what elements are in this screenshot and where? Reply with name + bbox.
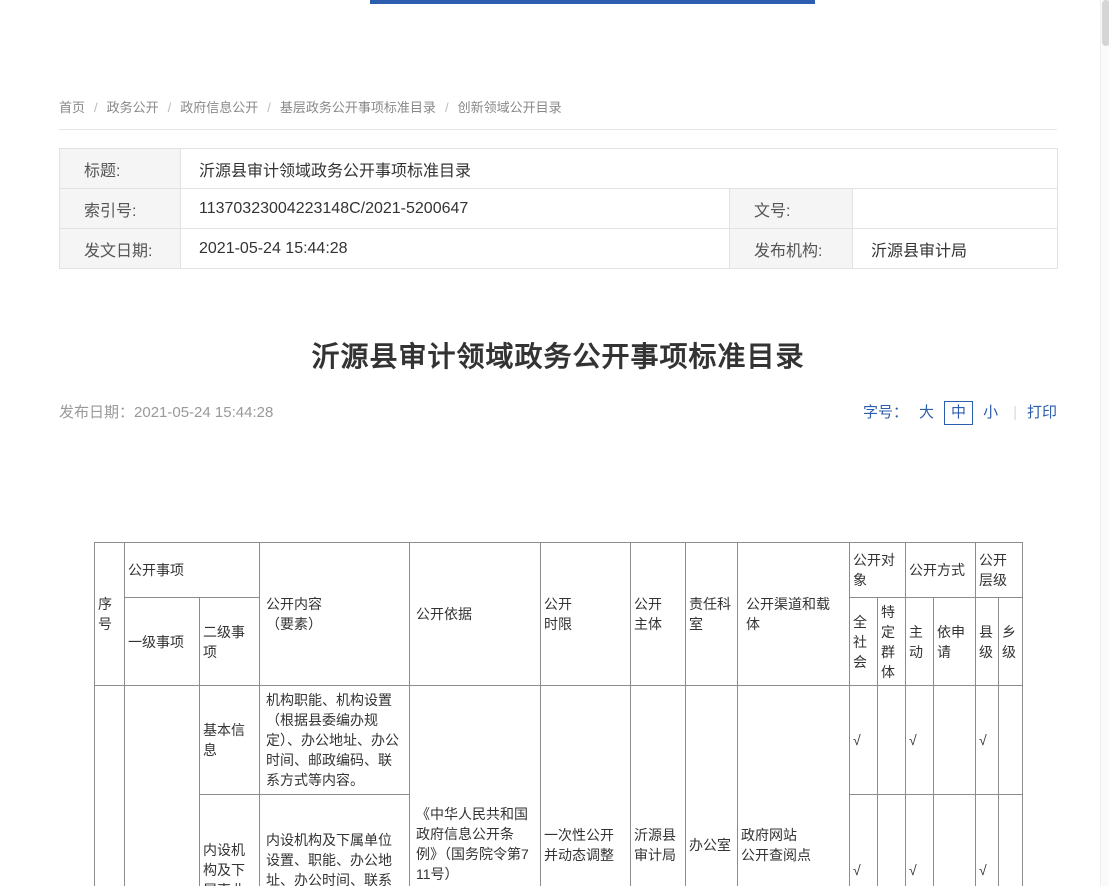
breadcrumb-item-innovation-catalog[interactable]: 创新领域公开目录 [458,100,562,115]
meta-title-value: 沂源县审计领域政务公开事项标准目录 [181,149,1058,189]
header-audience-group: 公开对象 [850,543,906,598]
catalog-table: 序号 公开事项 公开内容 （要素） 公开依据 公开 时限 公开 主体 责任科室 … [94,542,1023,886]
cell-level-county: √ [976,795,999,886]
meta-row-date: 发文日期: 2021-05-24 15:44:28 发布机构: 沂源县审计局 [60,229,1058,269]
cell-channel: 政府网站 公开查阅点 [738,686,850,886]
cell-content: 内设机构及下属单位设置、职能、办公地址、办公时间、联系方式、负责人姓名 [260,795,410,886]
cell-level-town [999,686,1023,795]
breadcrumb-separator: / [445,100,449,115]
meta-title-label: 标题: [60,149,181,189]
cell-level1 [125,686,200,886]
header-level-town: 乡级 [999,598,1023,686]
cell-dept: 办公室 [686,686,738,886]
breadcrumb-item-info-disclosure[interactable]: 政府信息公开 [180,100,258,115]
header-subject: 公开 主体 [631,543,686,686]
cell-mode-active: √ [906,795,934,886]
meta-agency-value: 沂源县审计局 [853,229,1058,269]
font-size-label: 字号： [863,400,908,426]
meta-index-label: 索引号: [60,189,181,229]
breadcrumb-item-standard-catalog[interactable]: 基层政务公开事项标准目录 [280,100,436,115]
font-size-controls: 字号： 大 中 小 | 打印 [863,400,1057,426]
meta-index-value: 11370323004223148C/2021-5200647 [181,189,730,229]
meta-agency-label: 发布机构: [730,229,853,269]
scrollbar-thumb[interactable] [1102,0,1109,46]
cell-level2: 基本信息 [200,686,260,795]
cell-mode-request [934,686,976,795]
header-level-group: 公开层级 [976,543,1023,598]
meta-issue-date-value: 2021-05-24 15:44:28 [181,229,730,269]
header-audience-all: 全社会 [850,598,878,686]
header-level2: 二级事项 [200,598,260,686]
publish-date: 发布日期：2021-05-24 15:44:28 [59,400,273,426]
header-item-group: 公开事项 [125,543,260,598]
document-meta-table: 标题: 沂源县审计领域政务公开事项标准目录 索引号: 1137032300422… [59,148,1058,269]
cell-seq [95,686,125,886]
cell-subject: 沂源县审计局 [631,686,686,886]
header-mode-request: 依申请 [934,598,976,686]
publish-date-label: 发布日期： [59,404,134,421]
meta-row-title: 标题: 沂源县审计领域政务公开事项标准目录 [60,149,1058,189]
header-audience-specific: 特定群体 [878,598,906,686]
article-toolbar: 发布日期：2021-05-24 15:44:28 字号： 大 中 小 | 打印 [59,400,1057,426]
meta-docno-value [853,189,1058,229]
cell-audience-specific [878,795,906,886]
header-mode-group: 公开方式 [906,543,976,598]
header-time-limit: 公开 时限 [541,543,631,686]
cell-audience-all: √ [850,686,878,795]
content-area: 首页 / 政务公开 / 政府信息公开 / 基层政务公开事项标准目录 / 创新领域公开目录 标题:… [59,0,1057,886]
font-size-medium-button[interactable]: 中 [944,401,973,425]
cell-basis: 《中华人民共和国政府信息公开条例》（国务院令第711号） [410,686,541,886]
cell-level-town [999,795,1023,886]
cell-audience-specific [878,686,906,795]
header-channel: 公开渠道和载体 [738,543,850,686]
font-size-small-button[interactable]: 小 [983,400,998,426]
header-content: 公开内容 （要素） [260,543,410,686]
cell-content: 机构职能、机构设置（根据县委编办规定）、办公地址、办公时间、邮政编码、联系方式等… [260,686,410,795]
header-basis: 公开依据 [410,543,541,686]
cell-level-county: √ [976,686,999,795]
breadcrumb-item-home[interactable]: 首页 [59,100,85,115]
meta-row-index: 索引号: 11370323004223148C/2021-5200647 文号: [60,189,1058,229]
meta-docno-label: 文号: [730,189,853,229]
meta-issue-date-label: 发文日期: [60,229,181,269]
header-level1: 一级事项 [125,598,200,686]
publish-date-value: 2021-05-24 15:44:28 [134,404,273,421]
header-level-county: 县级 [976,598,999,686]
header-dept: 责任科室 [686,543,738,686]
catalog-header-row-1: 序号 公开事项 公开内容 （要素） 公开依据 公开 时限 公开 主体 责任科室 … [95,543,1023,598]
cell-time-limit: 一次性公开并动态调整 [541,686,631,886]
scrollbar-track[interactable] [1100,0,1109,886]
breadcrumb-separator: / [94,100,98,115]
header-mode-active: 主动 [906,598,934,686]
font-size-large-button[interactable]: 大 [919,400,934,426]
table-row: 基本信息 机构职能、机构设置（根据县委编办规定）、办公地址、办公时间、邮政编码、… [95,686,1023,795]
print-button[interactable]: 打印 [1027,400,1057,426]
breadcrumb: 首页 / 政务公开 / 政府信息公开 / 基层政务公开事项标准目录 / 创新领域公开目录 [59,0,1057,130]
header-seq: 序号 [95,543,125,686]
breadcrumb-item-zwgk[interactable]: 政务公开 [107,100,159,115]
page-title: 沂源县审计领域政务公开事项标准目录 [59,339,1057,375]
breadcrumb-separator: / [267,100,271,115]
toolbar-divider: | [1013,400,1017,426]
breadcrumb-separator: / [168,100,172,115]
top-nav-bar-remnant [370,0,815,4]
cell-audience-all: √ [850,795,878,886]
cell-mode-active: √ [906,686,934,795]
cell-level2: 内设机构及下属事业 [200,795,260,886]
cell-mode-request [934,795,976,886]
page: 首页 / 政务公开 / 政府信息公开 / 基层政务公开事项标准目录 / 创新领域公开目录 标题:… [0,0,1109,886]
